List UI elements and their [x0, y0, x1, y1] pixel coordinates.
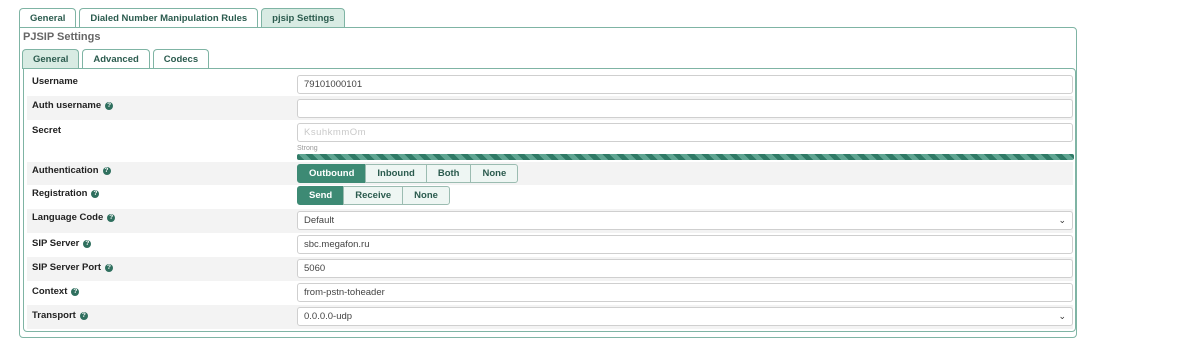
- chevron-down-icon: ⌄: [1058, 311, 1066, 321]
- tab-dialed-number-manipulation-rules[interactable]: Dialed Number Manipulation Rules: [79, 8, 259, 28]
- registration-row: Registration ? Send Receive None: [27, 185, 1073, 209]
- password-strength-label: Strong: [297, 145, 318, 152]
- registration-toggle: Send Receive None: [297, 186, 450, 205]
- registration-label: Registration ?: [32, 188, 100, 199]
- transport-label: Transport ?: [32, 310, 88, 321]
- question-circle-icon[interactable]: ?: [102, 166, 111, 175]
- secret-input[interactable]: KsuhkmmOm: [297, 123, 1073, 142]
- registration-none-button[interactable]: None: [402, 186, 450, 205]
- sip-server-label: SIP Server ?: [32, 238, 92, 249]
- auth-username-input[interactable]: [297, 99, 1073, 118]
- language-code-label: Language Code ?: [32, 212, 116, 223]
- sip-server-row: SIP Server ? sbc.megafon.ru: [27, 233, 1073, 257]
- inner-tab-codecs[interactable]: Codecs: [152, 49, 210, 69]
- tab-pjsip-settings[interactable]: pjsip Settings: [261, 8, 346, 28]
- authentication-row: Authentication ? Outbound Inbound Both N…: [27, 162, 1073, 185]
- username-input[interactable]: 79101000101: [297, 75, 1073, 94]
- authentication-outbound-button[interactable]: Outbound: [297, 164, 367, 183]
- question-circle-icon[interactable]: ?: [107, 213, 116, 222]
- question-circle-icon[interactable]: ?: [105, 101, 114, 110]
- inner-tab-advanced[interactable]: Advanced: [82, 49, 150, 69]
- authentication-both-button[interactable]: Both: [425, 164, 472, 183]
- transport-row: Transport ? 0.0.0.0-udp ⌄: [27, 305, 1073, 329]
- sip-server-port-row: SIP Server Port ? 5060: [27, 257, 1073, 281]
- question-circle-icon[interactable]: ?: [105, 263, 114, 272]
- context-row: Context ? from-pstn-toheader: [27, 281, 1073, 305]
- context-input[interactable]: from-pstn-toheader: [297, 283, 1073, 302]
- language-code-row: Language Code ? Default ⌄: [27, 209, 1073, 233]
- transport-select[interactable]: 0.0.0.0-udp ⌄: [297, 307, 1073, 326]
- secret-label: Secret: [32, 125, 62, 136]
- authentication-toggle: Outbound Inbound Both None: [297, 164, 519, 183]
- auth-username-label: Auth username ?: [32, 100, 114, 111]
- chevron-down-icon: ⌄: [1058, 215, 1066, 225]
- question-circle-icon[interactable]: ?: [83, 239, 92, 248]
- context-label: Context ?: [32, 286, 80, 297]
- question-circle-icon[interactable]: ?: [71, 287, 80, 296]
- authentication-none-button[interactable]: None: [470, 164, 519, 183]
- question-circle-icon[interactable]: ?: [91, 189, 100, 198]
- password-strength-bar: [297, 154, 1074, 160]
- top-tab-bar: General Dialed Number Manipulation Rules…: [19, 8, 346, 28]
- inner-tab-general[interactable]: General: [22, 49, 80, 69]
- secret-row: Secret KsuhkmmOm Strong: [27, 120, 1074, 162]
- general-settings-form: Username 79101000101 Auth username ? Sec…: [23, 68, 1076, 332]
- auth-username-row: Auth username ?: [27, 96, 1073, 120]
- authentication-label: Authentication ?: [32, 165, 111, 176]
- language-code-select[interactable]: Default ⌄: [297, 211, 1073, 230]
- pjsip-settings-panel: PJSIP Settings General Advanced Codecs U…: [19, 27, 1077, 338]
- authentication-inbound-button[interactable]: Inbound: [365, 164, 427, 183]
- question-circle-icon[interactable]: ?: [79, 311, 88, 320]
- sip-server-port-label: SIP Server Port ?: [32, 262, 114, 273]
- username-row: Username 79101000101: [27, 72, 1073, 96]
- panel-title: PJSIP Settings: [23, 31, 101, 43]
- registration-send-button[interactable]: Send: [297, 186, 345, 205]
- username-label: Username: [32, 76, 78, 87]
- inner-tab-bar: General Advanced Codecs: [22, 49, 210, 69]
- tab-general[interactable]: General: [19, 8, 77, 28]
- sip-server-input[interactable]: sbc.megafon.ru: [297, 235, 1073, 254]
- sip-server-port-input[interactable]: 5060: [297, 259, 1073, 278]
- registration-receive-button[interactable]: Receive: [343, 186, 404, 205]
